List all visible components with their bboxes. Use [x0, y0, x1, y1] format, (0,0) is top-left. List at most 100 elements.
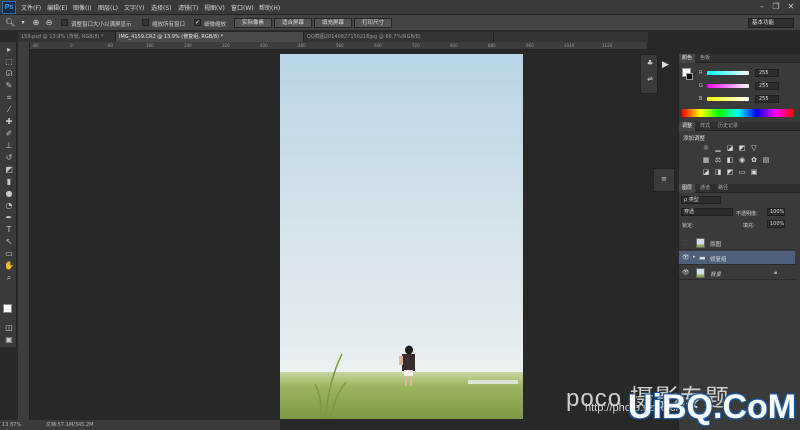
invert-icon[interactable]: ◪ — [701, 168, 711, 177]
zoom-level[interactable]: 13.87% — [2, 420, 21, 430]
history-brush-tool-icon[interactable]: ↺ — [3, 152, 15, 163]
actual-pixels-button[interactable]: 实际像素 — [234, 18, 272, 28]
restore-icon[interactable]: ❐ — [770, 2, 782, 12]
menu-filter[interactable]: 滤镜(T) — [178, 3, 198, 12]
expand-panels-icon[interactable]: ▶ — [662, 60, 674, 72]
curves-icon[interactable]: ◪ — [725, 144, 735, 153]
gradient-tool-icon[interactable]: ▮ — [3, 176, 15, 187]
blue-value[interactable]: 255 — [755, 95, 779, 103]
tool-preset-arrow-icon[interactable]: ▾ — [18, 18, 28, 28]
photo-filter-icon[interactable]: ◉ — [737, 156, 747, 165]
layer-row-selected[interactable]: 👁︎ ▸ ▬ 修复组 — [679, 251, 795, 265]
tab-adjustments[interactable]: 调整 — [679, 122, 696, 131]
marquee-tool-icon[interactable]: ⬚ — [3, 56, 15, 67]
minimize-icon[interactable]: – — [756, 2, 768, 12]
crop-tool-icon[interactable]: ⌗ — [3, 92, 15, 103]
group-expand-icon[interactable]: ▸ — [693, 254, 696, 260]
tab-history[interactable]: 历史记录 — [715, 122, 741, 131]
scrubby-zoom-checkbox[interactable]: ✓ — [194, 19, 201, 26]
color-lookup-icon[interactable]: ▤ — [761, 156, 771, 165]
posterize-icon[interactable]: ◨ — [713, 168, 723, 177]
levels-icon[interactable]: ▁ — [713, 144, 723, 153]
tab-qq-screenshot[interactable]: QQ截图20140827150216jpg @ 66.7%(RGB/8) — [304, 32, 494, 42]
red-value[interactable]: 255 — [755, 69, 779, 77]
threshold-icon[interactable]: ◩ — [725, 168, 735, 177]
shape-tool-icon[interactable]: ▭ — [3, 248, 15, 259]
move-tool-icon[interactable]: ▸ — [3, 44, 15, 55]
blur-tool-icon[interactable]: ● — [3, 188, 15, 199]
healing-brush-tool-icon[interactable]: ✚ — [3, 116, 15, 127]
lasso-tool-icon[interactable]: ᘏ — [3, 68, 15, 79]
black-white-icon[interactable]: ◧ — [725, 156, 735, 165]
brush-tool-icon[interactable]: ✐ — [3, 128, 15, 139]
tab-layers[interactable]: 图层 — [679, 184, 696, 193]
tab-img-4159[interactable]: IMG_4159.CR2 @ 13.9% (修复组, RGB/8) * — [116, 32, 304, 42]
resize-windows-checkbox[interactable] — [61, 19, 68, 26]
eyedropper-tool-icon[interactable]: ⁄ — [3, 104, 15, 115]
exposure-icon[interactable]: ◩ — [737, 144, 747, 153]
zoom-tool-icon[interactable]: 🔍︎ — [5, 18, 15, 28]
menu-type[interactable]: 文字(Y) — [124, 3, 144, 12]
color-bg-swatch[interactable] — [686, 73, 693, 80]
zoom-out-icon[interactable]: ⊖ — [44, 18, 54, 28]
opacity-input[interactable]: 100% — [767, 208, 785, 216]
menu-layer[interactable]: 图层(L) — [98, 3, 118, 12]
fill-screen-button[interactable]: 填充屏幕 — [314, 18, 352, 28]
tab-159-psd[interactable]: 159.psd @ 13.9% (背景, RGB/8) * — [18, 32, 116, 42]
layer-row[interactable]: 👁︎ 背景 🔒︎ — [679, 266, 795, 280]
quick-select-tool-icon[interactable]: ✎ — [3, 80, 15, 91]
channel-mixer-icon[interactable]: ✿ — [749, 156, 759, 165]
zoom-in-icon[interactable]: ⊕ — [31, 18, 41, 28]
blend-mode-select[interactable]: 穿透 — [681, 208, 733, 216]
tab-channels[interactable]: 通道 — [697, 184, 713, 193]
layer-row[interactable]: ▢ 原图 — [679, 236, 795, 250]
type-tool-icon[interactable]: T — [3, 224, 15, 235]
path-select-tool-icon[interactable]: ↖ — [3, 236, 15, 247]
document-canvas[interactable] — [280, 54, 523, 419]
menu-view[interactable]: 视图(V) — [204, 3, 225, 12]
eye-icon[interactable]: 👁︎ — [682, 254, 690, 261]
close-icon[interactable]: ✕ — [785, 2, 797, 12]
properties-icon[interactable]: ⇌ — [644, 75, 656, 85]
zoom-icon[interactable]: ⌕ — [3, 272, 15, 283]
hand-tool-icon[interactable]: ✋ — [3, 260, 15, 271]
fill-input[interactable]: 100% — [767, 220, 785, 228]
menu-image[interactable]: 图像(I) — [73, 3, 91, 12]
eye-icon[interactable]: 👁︎ — [682, 269, 690, 276]
pen-tool-icon[interactable]: ✒ — [3, 212, 15, 223]
foreground-color-swatch[interactable] — [3, 304, 12, 313]
workspace-select[interactable]: 基本功能 — [748, 18, 794, 28]
menu-file[interactable]: 文件(F) — [21, 3, 41, 12]
gradient-map-icon[interactable]: ▭ — [737, 168, 747, 177]
quick-mask-icon[interactable]: ◫ — [3, 322, 15, 333]
tab-paths[interactable]: 路径 — [715, 184, 731, 193]
color-balance-icon[interactable]: ⚖ — [713, 156, 723, 165]
eraser-tool-icon[interactable]: ◩ — [3, 164, 15, 175]
tab-color[interactable]: 颜色 — [679, 54, 696, 63]
menu-help[interactable]: 帮助(H) — [259, 3, 280, 12]
selective-color-icon[interactable]: ▣ — [749, 168, 759, 177]
color-spectrum-bar[interactable] — [682, 109, 794, 117]
zoom-all-checkbox[interactable] — [142, 19, 149, 26]
character-panel-icon[interactable]: ≡ — [658, 175, 670, 185]
red-slider[interactable] — [707, 71, 749, 75]
menu-select[interactable]: 选择(S) — [151, 3, 172, 12]
menu-window[interactable]: 窗口(W) — [231, 3, 254, 12]
print-size-button[interactable]: 打印尺寸 — [354, 18, 392, 28]
screen-mode-icon[interactable]: ▣ — [3, 334, 15, 345]
brightness-icon[interactable]: ☼ — [701, 144, 711, 153]
blue-slider[interactable] — [707, 97, 749, 101]
tab-styles[interactable]: 样式 — [697, 122, 713, 131]
green-slider[interactable] — [707, 84, 749, 88]
tool-presets-icon[interactable]: ♣ — [644, 59, 656, 69]
visibility-off-icon[interactable]: ▢ — [682, 239, 688, 246]
tab-swatches[interactable]: 色板 — [697, 54, 713, 63]
menu-edit[interactable]: 编辑(E) — [47, 3, 67, 12]
dodge-tool-icon[interactable]: ◔ — [3, 200, 15, 211]
green-value[interactable]: 255 — [755, 82, 779, 90]
fit-screen-button[interactable]: 适合屏幕 — [274, 18, 312, 28]
clone-stamp-tool-icon[interactable]: ⊥ — [3, 140, 15, 151]
layer-filter-select[interactable]: ρ 类型 — [681, 196, 721, 204]
vibrance-icon[interactable]: ▽ — [749, 144, 759, 153]
hue-sat-icon[interactable]: ▦ — [701, 156, 711, 165]
